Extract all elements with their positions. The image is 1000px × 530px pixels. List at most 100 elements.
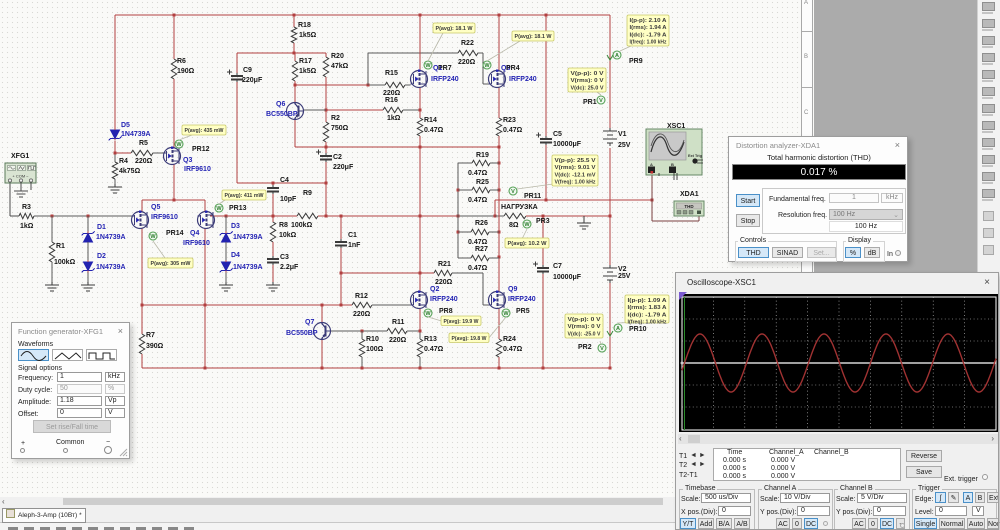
svg-text:25V: 25V <box>618 142 631 149</box>
svg-text:Q9: Q9 <box>508 286 517 293</box>
svg-text:V: V <box>599 98 603 104</box>
svg-text:1N4739A: 1N4739A <box>233 264 263 271</box>
svg-text:C2: C2 <box>333 154 342 161</box>
svg-text:PR11: PR11 <box>524 193 541 200</box>
svg-text:XDA1: XDA1 <box>680 191 699 198</box>
svg-text:8Ω: 8Ω <box>509 222 519 229</box>
svg-text:390Ω: 390Ω <box>146 343 164 350</box>
svg-text:PR12: PR12 <box>192 146 210 153</box>
svg-text:PR2: PR2 <box>578 344 592 351</box>
svg-text:P(avg): 18.1 W: P(avg): 18.1 W <box>436 26 473 32</box>
svg-text:10000μF: 10000μF <box>553 274 582 281</box>
svg-text:V(dc): -12.1 mV: V(dc): -12.1 mV <box>555 172 596 178</box>
svg-text:Q5: Q5 <box>151 204 160 211</box>
svg-text:C4: C4 <box>280 177 289 184</box>
svg-text:R3: R3 <box>22 204 31 211</box>
svg-text:P(avg): 411 mW: P(avg): 411 mW <box>225 193 264 199</box>
svg-text:P(avg): 305 mW: P(avg): 305 mW <box>151 261 191 267</box>
svg-text:IRF9610: IRF9610 <box>151 214 178 221</box>
svg-text:750Ω: 750Ω <box>331 125 349 132</box>
svg-text:R14: R14 <box>424 117 437 124</box>
svg-text:IRFP240: IRFP240 <box>508 296 536 303</box>
svg-text:220μF: 220μF <box>333 164 354 171</box>
svg-text:V(freq): 1.00 kHz: V(freq): 1.00 kHz <box>555 180 596 186</box>
svg-text:C9: C9 <box>243 67 252 74</box>
svg-text:A: A <box>650 162 653 167</box>
svg-text:B: B <box>671 162 674 167</box>
svg-text:10pF: 10pF <box>280 196 297 203</box>
svg-text:10000μF: 10000μF <box>553 141 582 148</box>
svg-text:A: A <box>616 326 620 332</box>
svg-text:220μF: 220μF <box>242 77 263 84</box>
svg-text:PR8: PR8 <box>439 308 453 315</box>
svg-text:220Ω: 220Ω <box>389 337 407 344</box>
svg-text:1kΩ: 1kΩ <box>387 115 401 122</box>
svg-text:I(freq): 1.00 kHz: I(freq): 1.00 kHz <box>630 40 667 46</box>
svg-text:R8: R8 <box>279 222 288 229</box>
svg-text:R18: R18 <box>298 22 311 29</box>
svg-text:C1: C1 <box>348 232 357 239</box>
svg-text:D2: D2 <box>97 253 106 260</box>
svg-text:Q6: Q6 <box>276 101 285 108</box>
svg-text:V2: V2 <box>618 266 627 273</box>
svg-text:220Ω: 220Ω <box>353 311 371 318</box>
svg-text:IRFP240: IRFP240 <box>430 296 458 303</box>
svg-text:100Ω: 100Ω <box>366 346 384 353</box>
svg-text:I(p-p): 2.10 A: I(p-p): 2.10 A <box>630 18 668 24</box>
svg-text:D5: D5 <box>121 122 130 129</box>
svg-text:D4: D4 <box>231 252 240 259</box>
svg-text:R24: R24 <box>503 336 516 343</box>
svg-text:PR13: PR13 <box>229 205 247 212</box>
svg-text:P(avg): 10.2 W: P(avg): 10.2 W <box>508 241 548 247</box>
svg-text:V(p-p): 0 V: V(p-p): 0 V <box>568 317 601 323</box>
svg-text:R10: R10 <box>366 336 379 343</box>
svg-text:1N4739A: 1N4739A <box>121 131 151 138</box>
svg-text:PR1: PR1 <box>583 99 597 106</box>
svg-text:V(p-p): 25.5 V: V(p-p): 25.5 V <box>555 158 596 164</box>
svg-text:I(rms): 1.94 A: I(rms): 1.94 A <box>630 25 668 31</box>
svg-text:IRFP240: IRFP240 <box>509 76 537 83</box>
svg-text:V(rms): 0 V: V(rms): 0 V <box>571 78 604 84</box>
svg-text:IRF9610: IRF9610 <box>184 166 211 173</box>
svg-text:100kΩ: 100kΩ <box>291 222 313 229</box>
svg-text:0.47Ω: 0.47Ω <box>468 170 488 177</box>
svg-text:A: A <box>615 53 619 59</box>
svg-text:R25: R25 <box>476 179 489 186</box>
svg-text:220Ω: 220Ω <box>383 90 401 97</box>
svg-text:R26: R26 <box>475 220 488 227</box>
svg-text:+ COM −: + COM − <box>12 174 29 179</box>
svg-text:4k75Ω: 4k75Ω <box>119 168 141 175</box>
svg-text:220Ω: 220Ω <box>435 279 453 286</box>
svg-text:V(dc): 25.0 V: V(dc): 25.0 V <box>571 85 604 91</box>
svg-text:V: V <box>511 189 515 195</box>
svg-text:190Ω: 190Ω <box>177 68 195 75</box>
svg-text:0.47Ω: 0.47Ω <box>503 346 523 353</box>
svg-text:C7: C7 <box>553 263 562 270</box>
svg-text:PR3: PR3 <box>536 218 550 225</box>
svg-text:10kΩ: 10kΩ <box>279 232 297 239</box>
svg-text:0.47Ω: 0.47Ω <box>468 239 488 246</box>
svg-text:R16: R16 <box>385 97 398 104</box>
svg-text:I(freq): 1.00 kHz: I(freq): 1.00 kHz <box>628 320 667 326</box>
svg-text:W: W <box>216 206 222 212</box>
svg-text:I(dc): -1.79 A: I(dc): -1.79 A <box>630 32 668 38</box>
svg-text:1k5Ω: 1k5Ω <box>299 32 317 39</box>
svg-text:P(avg): 19.8 W: P(avg): 19.8 W <box>452 336 487 342</box>
svg-text:R2: R2 <box>331 115 340 122</box>
svg-text:THD: THD <box>684 204 694 209</box>
svg-text:R1: R1 <box>56 243 65 250</box>
svg-text:0.47Ω: 0.47Ω <box>424 127 444 134</box>
svg-text:Q3: Q3 <box>183 157 192 164</box>
svg-text:R15: R15 <box>385 70 398 77</box>
svg-text:PR5: PR5 <box>516 308 530 315</box>
svg-text:IRF9610: IRF9610 <box>183 240 210 247</box>
svg-text:Ext Trig: Ext Trig <box>688 154 703 158</box>
svg-text:R23: R23 <box>503 117 516 124</box>
svg-text:R13: R13 <box>424 336 437 343</box>
svg-text:R9: R9 <box>303 190 312 197</box>
svg-text:V(rms): 0 V: V(rms): 0 V <box>568 324 601 330</box>
svg-text:PR4: PR4 <box>506 65 520 72</box>
svg-text:R22: R22 <box>461 40 474 47</box>
svg-text:25V: 25V <box>618 273 631 280</box>
svg-text:V(dc): -25.0 V: V(dc): -25.0 V <box>568 331 601 337</box>
